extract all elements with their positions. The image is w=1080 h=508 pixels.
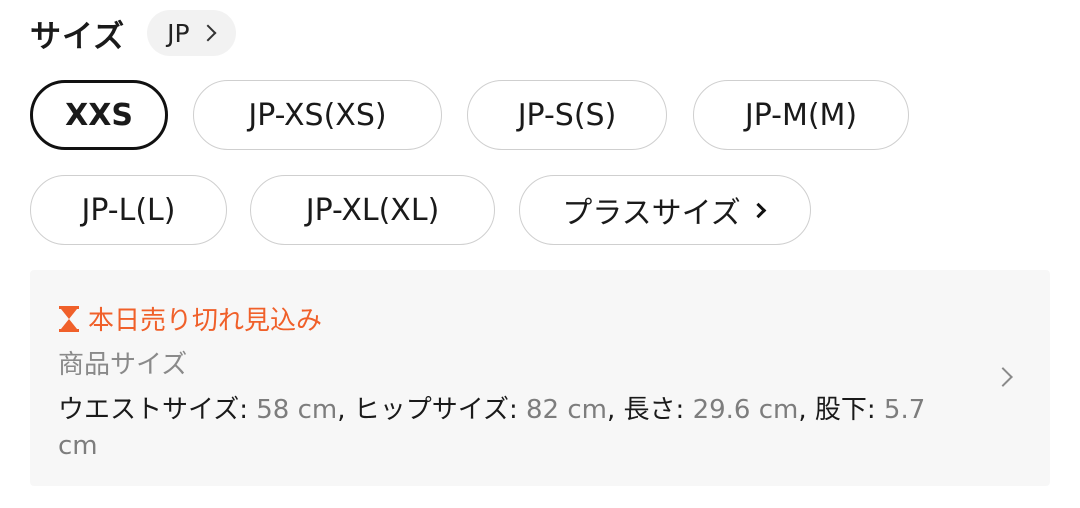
sellout-alert: 本日売り切れ見込み bbox=[58, 300, 322, 337]
length-label: 長さ: bbox=[623, 395, 693, 425]
chevron-right-icon bbox=[199, 24, 217, 42]
waist-value: 58 cm bbox=[256, 395, 338, 425]
size-option-label: XXS bbox=[65, 97, 133, 133]
alert-text: 本日売り切れ見込み bbox=[88, 306, 323, 336]
chevron-right-icon bbox=[993, 367, 1013, 387]
size-option-jp-xs[interactable]: JP-XS(XS) bbox=[193, 80, 442, 150]
size-option-label: JP-M(M) bbox=[744, 97, 858, 133]
region-selector[interactable]: JP bbox=[147, 10, 236, 56]
region-label: JP bbox=[167, 18, 190, 48]
product-size-heading: 商品サイズ bbox=[58, 350, 188, 380]
size-option-xxs[interactable]: XXS bbox=[30, 80, 168, 150]
size-option-jp-m[interactable]: JP-M(M) bbox=[693, 80, 909, 150]
measurements-text: ウエストサイズ: 58 cm, ヒップサイズ: 82 cm, 長さ: 29.6 … bbox=[58, 395, 926, 461]
size-option-label: JP-XS(XS) bbox=[248, 97, 387, 133]
hip-value: 82 cm bbox=[526, 395, 607, 425]
size-option-jp-s[interactable]: JP-S(S) bbox=[467, 80, 667, 150]
size-info-panel[interactable]: 本日売り切れ見込み 商品サイズ ウエストサイズ: 58 cm, ヒップサイズ: … bbox=[30, 270, 1050, 486]
size-option-label: JP-S(S) bbox=[517, 97, 617, 133]
size-option-label: JP-L(L) bbox=[81, 192, 176, 228]
size-option-label: JP-XL(XL) bbox=[305, 192, 440, 228]
inseam-label: 股下: bbox=[814, 395, 884, 425]
chevron-right-icon bbox=[750, 202, 767, 218]
plus-size-button[interactable]: プラスサイズ bbox=[519, 175, 811, 245]
size-header: サイズ JP bbox=[30, 10, 236, 56]
hourglass-icon bbox=[59, 305, 79, 332]
size-option-label: プラスサイズ bbox=[562, 196, 741, 231]
size-option-jp-l[interactable]: JP-L(L) bbox=[30, 175, 227, 245]
size-option-jp-xl[interactable]: JP-XL(XL) bbox=[250, 175, 495, 245]
waist-label: ウエストサイズ: bbox=[58, 395, 257, 425]
length-value: 29.6 cm bbox=[692, 395, 799, 425]
hip-label: ヒップサイズ: bbox=[353, 395, 527, 425]
size-title: サイズ bbox=[30, 18, 126, 55]
